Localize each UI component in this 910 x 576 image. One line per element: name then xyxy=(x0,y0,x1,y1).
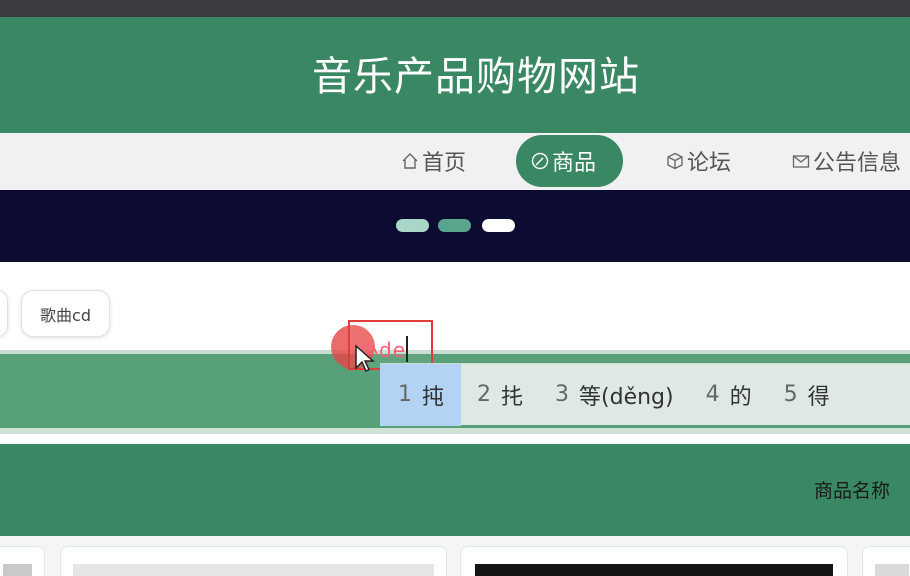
category-chip[interactable] xyxy=(0,290,8,337)
carousel-indicator[interactable] xyxy=(438,219,471,232)
nav-item-goods[interactable]: 商品 xyxy=(516,135,623,187)
ime-candidate-text: 得 xyxy=(807,384,830,410)
ime-candidate-text: 等(děng) xyxy=(579,384,674,410)
nav-item-label: 商品 xyxy=(552,151,597,176)
ime-candidate-text: 扥 xyxy=(501,384,524,410)
ime-candidate-2[interactable]: 2 扥 xyxy=(461,364,539,426)
product-grid xyxy=(0,536,910,576)
mail-icon xyxy=(791,151,811,171)
ime-candidate-bar: 1 扽 2 扥 3 等(děng) 4 的 5 得 xyxy=(380,363,910,426)
site-header: 音乐产品购物网站 xyxy=(0,17,910,133)
ime-candidate-number: 5 xyxy=(783,382,798,407)
ime-candidate-number: 4 xyxy=(705,382,720,407)
nav-item-label: 首页 xyxy=(422,151,467,176)
site-title: 音乐产品购物网站 xyxy=(312,54,640,100)
nav-item-home[interactable]: 首页 xyxy=(400,135,466,187)
text-caret xyxy=(406,336,408,362)
ime-candidate-text: 扽 xyxy=(422,384,445,410)
sort-by-name-label[interactable]: 商品名称 xyxy=(814,476,890,503)
nav-item-label: 公告信息 xyxy=(813,151,902,176)
product-image xyxy=(875,564,909,576)
product-card[interactable] xyxy=(0,546,45,576)
browser-top-bar xyxy=(0,0,910,17)
banner-carousel xyxy=(0,190,910,262)
carousel-indicator-active[interactable] xyxy=(482,219,515,232)
nav-item-label: 论坛 xyxy=(687,151,732,176)
ime-candidate-number: 1 xyxy=(398,382,412,407)
product-card[interactable] xyxy=(862,546,910,576)
divider xyxy=(0,434,910,444)
ime-candidate-text: 的 xyxy=(729,384,752,410)
mouse-cursor-icon xyxy=(355,344,375,373)
ime-candidate-3[interactable]: 3 等(děng) xyxy=(539,364,690,426)
category-bar: 歌曲cd xyxy=(0,262,910,350)
dashboard-icon xyxy=(530,151,550,171)
nav-bar: 首页 商品 论坛 公告信息 xyxy=(0,133,910,190)
ime-candidate-number: 3 xyxy=(555,382,570,407)
ime-candidate-4[interactable]: 4 的 xyxy=(690,364,768,426)
product-image xyxy=(475,564,833,576)
list-header-bar xyxy=(0,444,910,536)
product-card[interactable] xyxy=(460,546,848,576)
category-chip-label: 歌曲cd xyxy=(40,305,91,325)
product-card[interactable] xyxy=(60,546,447,576)
nav-item-notice[interactable]: 公告信息 xyxy=(791,135,901,187)
ime-candidate-number: 2 xyxy=(477,382,492,407)
product-image xyxy=(3,564,32,576)
category-chip[interactable]: 歌曲cd xyxy=(21,290,110,337)
ime-candidate-5[interactable]: 5 得 xyxy=(768,364,846,426)
ime-candidate-1[interactable]: 1 扽 xyxy=(380,363,462,426)
box-icon xyxy=(665,151,685,171)
nav-item-forum[interactable]: 论坛 xyxy=(665,135,731,187)
carousel-indicator[interactable] xyxy=(396,219,429,232)
home-icon xyxy=(400,151,420,171)
product-image xyxy=(73,564,434,576)
